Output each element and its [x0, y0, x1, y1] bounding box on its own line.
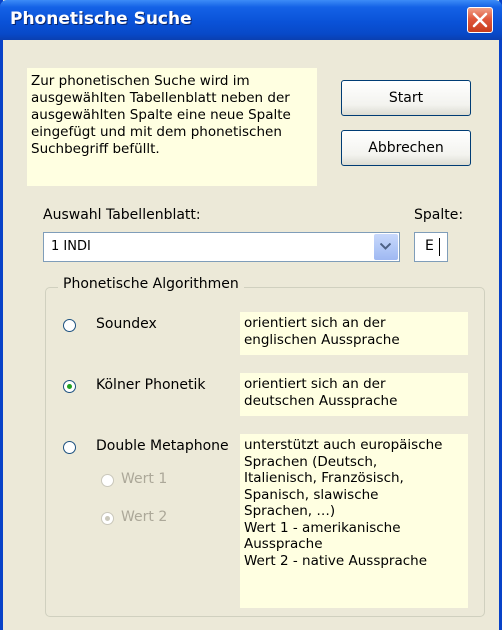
koelner-phonetik-description: orientiert sich an der deutschen Ausspra… [240, 373, 468, 416]
radio-wert-2-label[interactable]: Wert 2 [121, 509, 167, 525]
double-metaphone-description: unterstützt auch europäische Sprachen (D… [240, 434, 468, 608]
radio-soundex[interactable] [63, 319, 76, 332]
text-caret [439, 238, 440, 256]
window-title: Phonetische Suche [10, 9, 192, 29]
column-field-value: E [425, 238, 434, 254]
close-button[interactable] [467, 7, 493, 33]
sheet-select-value: 1 INDI [51, 239, 91, 254]
column-field-label: Spalte: [414, 207, 464, 223]
close-icon [472, 12, 488, 28]
sheet-select[interactable]: 1 INDI [43, 232, 400, 262]
cancel-button[interactable]: Abbrechen [341, 130, 471, 166]
sheet-select-label: Auswahl Tabellenblatt: [43, 207, 201, 223]
column-field[interactable]: E [414, 232, 448, 262]
title-bar[interactable]: Phonetische Suche [0, 0, 502, 40]
radio-wert-1[interactable] [101, 474, 114, 487]
radio-koelner-phonetik-label[interactable]: Kölner Phonetik [96, 377, 205, 393]
algorithms-group-label: Phonetische Algorithmen [58, 276, 244, 292]
radio-selected-dot [105, 516, 110, 521]
radio-double-metaphone-label[interactable]: Double Metaphone [96, 438, 229, 454]
dropdown-button[interactable] [374, 234, 398, 260]
radio-soundex-label[interactable]: Soundex [96, 316, 157, 332]
info-text: Zur phonetischen Suche wird im ausgewähl… [27, 68, 317, 186]
radio-koelner-phonetik[interactable] [63, 380, 76, 393]
soundex-description: orientiert sich an der englischen Ausspr… [240, 312, 468, 355]
radio-wert-2[interactable] [101, 512, 114, 525]
radio-wert-1-label[interactable]: Wert 1 [121, 471, 167, 487]
radio-double-metaphone[interactable] [63, 441, 76, 454]
radio-selected-dot [67, 384, 72, 389]
start-button[interactable]: Start [341, 80, 471, 116]
chevron-down-icon [380, 243, 391, 250]
